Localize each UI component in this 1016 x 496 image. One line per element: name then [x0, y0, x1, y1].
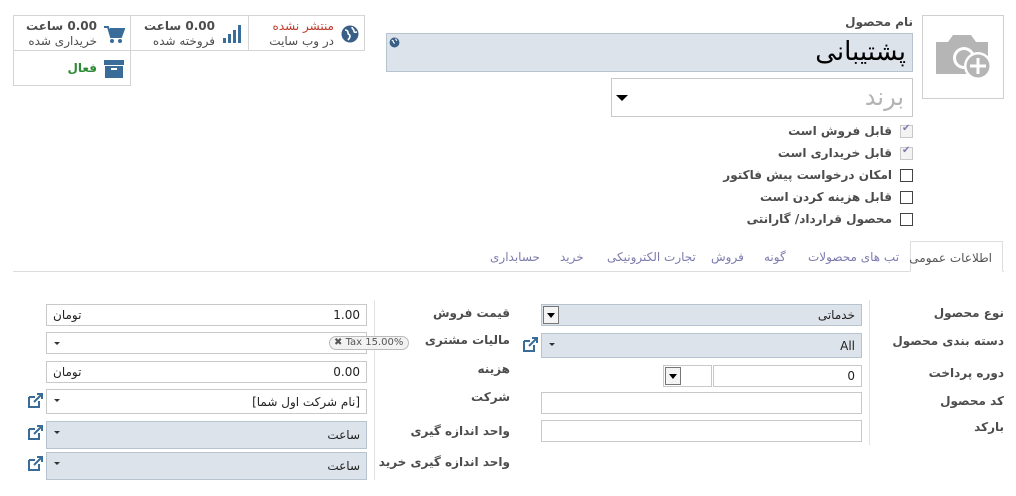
purchased-value: 0.00 ساعت — [26, 19, 97, 33]
checkbox-box[interactable] — [900, 169, 913, 182]
chevron-down-icon[interactable] — [543, 306, 559, 324]
website-status: منتشر نشده — [272, 19, 334, 33]
globe-icon — [341, 25, 359, 43]
external-link-icon[interactable] — [26, 424, 44, 442]
checkbox-expense[interactable]: قابل هزینه کردن است — [700, 190, 915, 206]
customer-taxes-input[interactable]: ✖ Tax 15.00% — [46, 332, 410, 354]
brand-select[interactable]: برند — [611, 78, 913, 117]
column-divider — [869, 300, 870, 445]
sale-price-input[interactable]: 1.00 تومان — [46, 304, 367, 326]
tabs-divider — [13, 271, 1004, 272]
barcode-input[interactable] — [541, 420, 862, 442]
product-name-value: پشتیبانی — [815, 37, 906, 67]
tab-accounting[interactable]: حسابداری — [490, 250, 540, 264]
shopping-cart-icon — [104, 26, 125, 43]
purchased-label: خریداری شده — [28, 34, 97, 48]
check-icon: ✔ — [902, 123, 911, 134]
payment-period-value: 0 — [847, 369, 855, 383]
tab-ecommerce[interactable]: تجارت الکترونیکی — [607, 250, 696, 264]
chevron-down-icon — [54, 399, 60, 402]
chevron-down-icon — [616, 95, 628, 101]
cost-value: 0.00 — [333, 365, 360, 379]
website-label: در وب سایت — [269, 34, 334, 48]
check-icon: ✔ — [902, 145, 911, 156]
chevron-down-icon — [549, 343, 555, 346]
product-name-input[interactable]: پشتیبانی — [386, 33, 913, 72]
checkbox-purchase-ok[interactable]: ✔ قابل خریداری است — [700, 145, 915, 162]
uom-select[interactable]: ساعت — [46, 421, 367, 449]
tab-general-info[interactable]: اطلاعات عمومی — [909, 241, 1003, 272]
checkbox-label: امکان درخواست پیش فاکتور — [723, 168, 892, 182]
website-stat-button[interactable]: منتشر نشده در وب سایت — [248, 15, 365, 51]
external-link-icon[interactable] — [521, 336, 539, 354]
tab-variants[interactable]: گونه — [764, 250, 786, 264]
checkbox-quotation[interactable]: امکان درخواست پیش فاکتور — [700, 168, 915, 184]
purchase-uom-select[interactable]: ساعت — [46, 452, 367, 480]
tab-purchase[interactable]: خرید — [560, 250, 584, 264]
checkbox-contract[interactable]: محصول قرارداد/ گارانتی — [700, 212, 915, 228]
cost-input[interactable]: 0.00 تومان — [46, 361, 367, 383]
translate-globe-icon[interactable] — [389, 37, 400, 48]
product-code-label: کد محصول — [940, 394, 1004, 408]
payment-period-input[interactable]: 0 — [713, 365, 862, 387]
product-name-label: نام محصول — [845, 15, 913, 29]
barcode-label: بارکد — [974, 420, 1004, 434]
checkbox-box[interactable]: ✔ — [900, 123, 913, 138]
checkbox-box[interactable] — [900, 213, 913, 226]
column-divider — [374, 300, 375, 480]
camera-plus-icon — [936, 35, 992, 80]
payment-period-unit-select[interactable] — [663, 365, 712, 387]
company-label: شرکت — [471, 390, 510, 404]
brand-placeholder: برند — [864, 83, 904, 111]
product-type-value: خدماتی — [817, 308, 855, 322]
checkbox-box[interactable]: ✔ — [900, 145, 913, 160]
product-category-label: دسته بندی محصول — [892, 334, 1004, 348]
chevron-down-icon[interactable] — [665, 367, 681, 385]
checkbox-label: قابل خریداری است — [777, 146, 892, 160]
checkbox-box[interactable] — [900, 191, 913, 204]
active-label: فعال — [67, 61, 97, 75]
chevron-down-icon — [54, 431, 60, 434]
product-category-select[interactable]: All — [541, 333, 862, 358]
customer-taxes-label: مالیات مشتری — [424, 333, 510, 347]
sale-price-label: قیمت فروش — [432, 306, 510, 320]
chevron-down-icon — [54, 462, 60, 465]
sold-value: 0.00 ساعت — [144, 19, 215, 33]
external-link-icon[interactable] — [26, 455, 44, 473]
purchase-uom-value: ساعت — [327, 459, 360, 473]
tax-tag-label: Tax 15.00% — [345, 337, 404, 348]
external-link-icon[interactable] — [26, 392, 44, 410]
product-type-select[interactable]: خدماتی — [541, 304, 862, 326]
checkbox-label: قابل فروش است — [788, 124, 892, 138]
checkbox-label: محصول قرارداد/ گارانتی — [746, 212, 892, 226]
tab-sales[interactable]: فروش — [711, 250, 744, 264]
archive-icon — [104, 60, 124, 78]
uom-label: واحد اندازه گیری — [410, 424, 510, 438]
company-select[interactable]: [نام شرکت اول شما] — [46, 389, 367, 414]
tab-product-tabs[interactable]: تب های محصولات — [808, 250, 899, 264]
tax-tag[interactable]: ✖ Tax 15.00% — [329, 336, 410, 350]
product-type-label: نوع محصول — [933, 306, 1004, 320]
uom-value: ساعت — [327, 428, 360, 442]
bar-chart-icon — [223, 25, 241, 43]
sale-price-value: 1.00 — [333, 308, 360, 322]
sold-label: فروخته شده — [152, 34, 215, 48]
sold-stat-button[interactable]: 0.00 ساعت فروخته شده — [130, 15, 249, 51]
close-icon[interactable]: ✖ — [334, 337, 342, 348]
checkbox-sale-ok[interactable]: ✔ قابل فروش است — [700, 123, 915, 140]
company-value: [نام شرکت اول شما] — [252, 395, 360, 409]
payment-period-label: دوره پرداخت — [928, 366, 1004, 380]
product-code-input[interactable] — [541, 392, 862, 414]
purchase-uom-label: واحد اندازه گیری خرید — [378, 455, 510, 469]
active-toggle-button[interactable]: فعال — [13, 50, 131, 86]
purchased-stat-button[interactable]: 0.00 ساعت خریداری شده — [13, 15, 131, 51]
chevron-down-icon — [54, 342, 60, 345]
checkbox-label: قابل هزینه کردن است — [759, 190, 892, 204]
cost-label: هزینه — [477, 362, 510, 376]
product-category-value: All — [840, 339, 855, 353]
cost-currency: تومان — [53, 365, 82, 379]
sale-price-currency: تومان — [53, 308, 82, 322]
product-image-upload[interactable] — [922, 15, 1004, 99]
